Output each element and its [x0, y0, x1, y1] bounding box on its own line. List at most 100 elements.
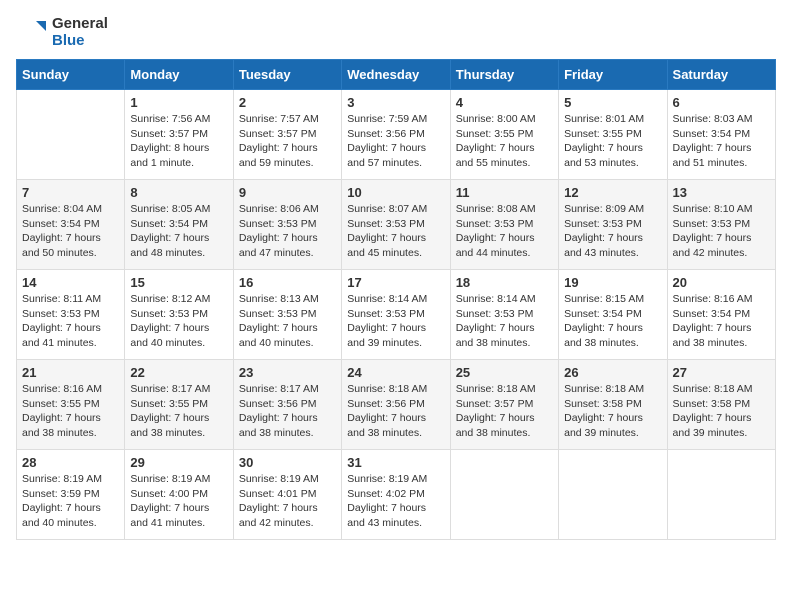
day-info: Sunrise: 8:11 AM Sunset: 3:53 PM Dayligh…	[22, 292, 119, 351]
calendar-cell: 26 Sunrise: 8:18 AM Sunset: 3:58 PM Dayli…	[559, 360, 667, 450]
day-number: 6	[673, 95, 770, 110]
day-info: Sunrise: 7:57 AM Sunset: 3:57 PM Dayligh…	[239, 112, 336, 171]
day-info: Sunrise: 8:19 AM Sunset: 4:02 PM Dayligh…	[347, 472, 444, 531]
day-info: Sunrise: 8:15 AM Sunset: 3:54 PM Dayligh…	[564, 292, 661, 351]
day-number: 12	[564, 185, 661, 200]
day-info: Sunrise: 8:17 AM Sunset: 3:55 PM Dayligh…	[130, 382, 227, 441]
day-info: Sunrise: 8:00 AM Sunset: 3:55 PM Dayligh…	[456, 112, 553, 171]
calendar-cell: 23 Sunrise: 8:17 AM Sunset: 3:56 PM Dayli…	[233, 360, 341, 450]
day-number: 7	[22, 185, 119, 200]
logo: General Blue	[16, 16, 108, 49]
day-number: 24	[347, 365, 444, 380]
calendar-cell: 2 Sunrise: 7:57 AM Sunset: 3:57 PM Daylig…	[233, 90, 341, 180]
calendar-cell: 13 Sunrise: 8:10 AM Sunset: 3:53 PM Dayli…	[667, 180, 775, 270]
day-info: Sunrise: 8:10 AM Sunset: 3:53 PM Dayligh…	[673, 202, 770, 261]
day-number: 19	[564, 275, 661, 290]
day-info: Sunrise: 7:59 AM Sunset: 3:56 PM Dayligh…	[347, 112, 444, 171]
day-number: 3	[347, 95, 444, 110]
day-number: 18	[456, 275, 553, 290]
logo-general: General	[52, 16, 108, 33]
day-info: Sunrise: 8:06 AM Sunset: 3:53 PM Dayligh…	[239, 202, 336, 261]
calendar-week-row: 7 Sunrise: 8:04 AM Sunset: 3:54 PM Daylig…	[17, 180, 776, 270]
day-info: Sunrise: 8:18 AM Sunset: 3:57 PM Dayligh…	[456, 382, 553, 441]
calendar-week-row: 21Sunrise: 8:16 AM Sunset: 3:55 PM Dayli…	[17, 360, 776, 450]
day-number: 21	[22, 365, 119, 380]
day-info: Sunrise: 7:56 AM Sunset: 3:57 PM Dayligh…	[130, 112, 227, 171]
day-number: 4	[456, 95, 553, 110]
calendar-cell: 14 Sunrise: 8:11 AM Sunset: 3:53 PM Dayli…	[17, 270, 125, 360]
day-number: 15	[130, 275, 227, 290]
logo-text: General Blue	[52, 16, 108, 49]
day-info: Sunrise: 8:03 AM Sunset: 3:54 PM Dayligh…	[673, 112, 770, 171]
calendar-cell: 1 Sunrise: 7:56 AM Sunset: 3:57 PM Daylig…	[125, 90, 233, 180]
day-number: 8	[130, 185, 227, 200]
calendar-cell	[17, 90, 125, 180]
header-monday: Monday	[125, 60, 233, 90]
header-sunday: Sunday	[17, 60, 125, 90]
day-number: 9	[239, 185, 336, 200]
day-info: Sunrise: 8:19 AM Sunset: 4:01 PM Dayligh…	[239, 472, 336, 531]
day-number: 16	[239, 275, 336, 290]
header-thursday: Thursday	[450, 60, 558, 90]
calendar-cell: 5Sunrise: 8:01 AM Sunset: 3:55 PM Daylig…	[559, 90, 667, 180]
day-number: 22	[130, 365, 227, 380]
day-info: Sunrise: 8:08 AM Sunset: 3:53 PM Dayligh…	[456, 202, 553, 261]
day-number: 13	[673, 185, 770, 200]
calendar-cell: 20Sunrise: 8:16 AM Sunset: 3:54 PM Dayli…	[667, 270, 775, 360]
calendar-cell: 18 Sunrise: 8:14 AM Sunset: 3:53 PM Dayli…	[450, 270, 558, 360]
day-info: Sunrise: 8:05 AM Sunset: 3:54 PM Dayligh…	[130, 202, 227, 261]
day-number: 23	[239, 365, 336, 380]
calendar-week-row: 28Sunrise: 8:19 AM Sunset: 3:59 PM Dayli…	[17, 450, 776, 540]
calendar-cell: 7 Sunrise: 8:04 AM Sunset: 3:54 PM Daylig…	[17, 180, 125, 270]
calendar-cell: 28Sunrise: 8:19 AM Sunset: 3:59 PM Dayli…	[17, 450, 125, 540]
calendar-cell: 6 Sunrise: 8:03 AM Sunset: 3:54 PM Daylig…	[667, 90, 775, 180]
header-friday: Friday	[559, 60, 667, 90]
day-number: 28	[22, 455, 119, 470]
day-info: Sunrise: 8:14 AM Sunset: 3:53 PM Dayligh…	[456, 292, 553, 351]
calendar-week-row: 14 Sunrise: 8:11 AM Sunset: 3:53 PM Dayli…	[17, 270, 776, 360]
day-info: Sunrise: 8:14 AM Sunset: 3:53 PM Dayligh…	[347, 292, 444, 351]
calendar-cell: 30 Sunrise: 8:19 AM Sunset: 4:01 PM Dayli…	[233, 450, 341, 540]
day-info: Sunrise: 8:12 AM Sunset: 3:53 PM Dayligh…	[130, 292, 227, 351]
calendar-cell	[667, 450, 775, 540]
calendar-cell: 24Sunrise: 8:18 AM Sunset: 3:56 PM Dayli…	[342, 360, 450, 450]
day-info: Sunrise: 8:18 AM Sunset: 3:58 PM Dayligh…	[564, 382, 661, 441]
calendar-cell: 10Sunrise: 8:07 AM Sunset: 3:53 PM Dayli…	[342, 180, 450, 270]
day-number: 17	[347, 275, 444, 290]
calendar-cell: 4 Sunrise: 8:00 AM Sunset: 3:55 PM Daylig…	[450, 90, 558, 180]
day-number: 11	[456, 185, 553, 200]
day-number: 29	[130, 455, 227, 470]
day-number: 31	[347, 455, 444, 470]
calendar-cell: 22 Sunrise: 8:17 AM Sunset: 3:55 PM Dayli…	[125, 360, 233, 450]
day-info: Sunrise: 8:04 AM Sunset: 3:54 PM Dayligh…	[22, 202, 119, 261]
header-tuesday: Tuesday	[233, 60, 341, 90]
day-number: 2	[239, 95, 336, 110]
calendar-cell: 19 Sunrise: 8:15 AM Sunset: 3:54 PM Dayli…	[559, 270, 667, 360]
calendar-cell: 11 Sunrise: 8:08 AM Sunset: 3:53 PM Dayli…	[450, 180, 558, 270]
page-header: General Blue	[16, 16, 776, 49]
day-number: 1	[130, 95, 227, 110]
day-number: 30	[239, 455, 336, 470]
day-info: Sunrise: 8:17 AM Sunset: 3:56 PM Dayligh…	[239, 382, 336, 441]
calendar-table: SundayMondayTuesdayWednesdayThursdayFrid…	[16, 59, 776, 540]
calendar-cell: 16 Sunrise: 8:13 AM Sunset: 3:53 PM Dayli…	[233, 270, 341, 360]
day-info: Sunrise: 8:09 AM Sunset: 3:53 PM Dayligh…	[564, 202, 661, 261]
calendar-cell: 12 Sunrise: 8:09 AM Sunset: 3:53 PM Dayli…	[559, 180, 667, 270]
calendar-cell: 25Sunrise: 8:18 AM Sunset: 3:57 PM Dayli…	[450, 360, 558, 450]
calendar-cell: 3 Sunrise: 7:59 AM Sunset: 3:56 PM Daylig…	[342, 90, 450, 180]
header-saturday: Saturday	[667, 60, 775, 90]
calendar-header-row: SundayMondayTuesdayWednesdayThursdayFrid…	[17, 60, 776, 90]
logo-blue: Blue	[52, 33, 108, 50]
day-info: Sunrise: 8:18 AM Sunset: 3:58 PM Dayligh…	[673, 382, 770, 441]
calendar-cell: 27Sunrise: 8:18 AM Sunset: 3:58 PM Dayli…	[667, 360, 775, 450]
calendar-cell	[559, 450, 667, 540]
day-number: 14	[22, 275, 119, 290]
day-number: 10	[347, 185, 444, 200]
calendar-cell: 9 Sunrise: 8:06 AM Sunset: 3:53 PM Daylig…	[233, 180, 341, 270]
day-number: 5	[564, 95, 661, 110]
calendar-cell: 29Sunrise: 8:19 AM Sunset: 4:00 PM Dayli…	[125, 450, 233, 540]
day-number: 26	[564, 365, 661, 380]
calendar-week-row: 1 Sunrise: 7:56 AM Sunset: 3:57 PM Daylig…	[17, 90, 776, 180]
day-info: Sunrise: 8:13 AM Sunset: 3:53 PM Dayligh…	[239, 292, 336, 351]
logo-svg	[16, 17, 48, 49]
